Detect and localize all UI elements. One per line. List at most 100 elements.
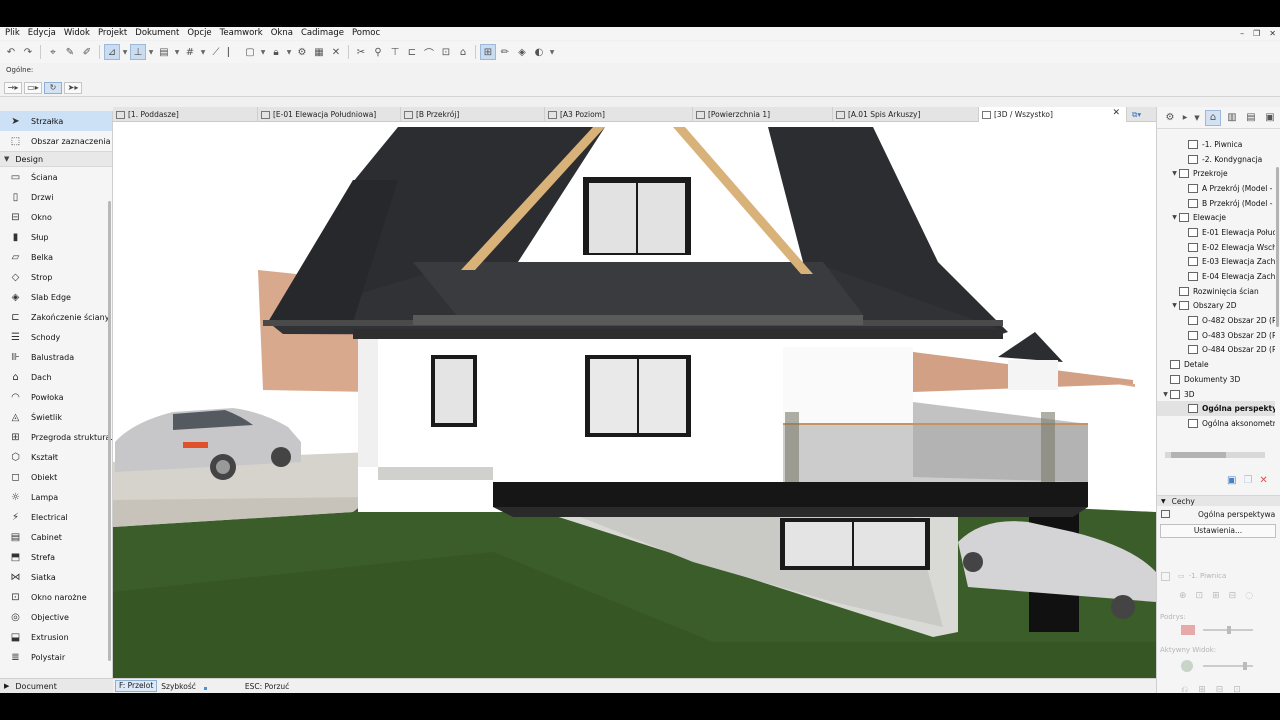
selection-grid-icon[interactable]: ⊞ — [480, 44, 496, 60]
navigator-item[interactable]: B Przekrój (Model - p — [1157, 196, 1275, 211]
navigator-item[interactable]: Dokumenty 3D — [1157, 372, 1275, 387]
tool-electrical[interactable]: ⚡︎ Electrical — [0, 507, 112, 527]
navigator-options-icon[interactable]: ▼ — [1193, 111, 1201, 125]
chevron-down-icon[interactable]: ▼ — [260, 45, 266, 59]
lock-icon[interactable]: 🔒︎ — [269, 45, 283, 59]
document-group-header[interactable]: ▶ Document — [0, 678, 113, 693]
suspend-group-icon[interactable]: ▦ — [312, 45, 326, 59]
navigator-item[interactable]: -2. Kondygnacja — [1157, 152, 1275, 167]
menu-item-6[interactable]: Teamwork — [216, 27, 267, 40]
close-icon[interactable]: ✕ — [1269, 27, 1276, 40]
penset-icon[interactable]: ⊟ — [1229, 591, 1237, 601]
design-group-header[interactable]: ▼ Design — [0, 151, 112, 167]
layout-book-icon[interactable]: ▤ — [1244, 111, 1258, 125]
menu-item-1[interactable]: Edycja — [24, 27, 60, 40]
menu-item-5[interactable]: Opcje — [183, 27, 215, 40]
view-tab-4[interactable]: [Powierzchnia 1] — [693, 107, 833, 122]
adjust-icon[interactable]: ⊏ — [405, 45, 419, 59]
chevron-down-icon[interactable]: ▼ — [286, 45, 292, 59]
navigator-item[interactable]: Ogólna perspektywa — [1157, 401, 1275, 417]
tool-door[interactable]: ▯ Drzwi — [0, 187, 112, 207]
tool-railing[interactable]: ⊪ Balustrada — [0, 347, 112, 367]
slider-knob[interactable] — [1243, 662, 1247, 670]
snap-guides-icon[interactable]: ⊥ — [130, 44, 146, 60]
close-tab-icon[interactable]: ✕ — [1112, 108, 1120, 118]
chevron-down-icon[interactable]: ▼ — [549, 45, 555, 59]
view-tab-3[interactable]: [A3 Poziom] — [545, 107, 693, 122]
navigator-item[interactable]: E-04 Elewacja Zacho — [1157, 269, 1275, 284]
tool-window[interactable]: ⊟ Okno — [0, 207, 112, 227]
orbit-mode-icon[interactable]: ↻ — [44, 82, 62, 94]
active-view-slider[interactable] — [1203, 662, 1253, 670]
navigator-item[interactable]: E-02 Elewacja Wscho — [1157, 240, 1275, 255]
menu-item-9[interactable]: Pomoc — [348, 27, 384, 40]
pointer-icon[interactable]: ➤▸ — [64, 82, 82, 94]
group-icon[interactable]: ⚙ — [295, 45, 309, 59]
navigator-item[interactable]: Detale — [1157, 357, 1275, 372]
tool-extrusion[interactable]: ⬓ Extrusion — [0, 627, 112, 647]
split-icon[interactable]: ⊤ — [388, 45, 402, 59]
tool-arrow[interactable]: ➤ Strzałka — [0, 111, 112, 131]
3d-viewport[interactable] — [113, 122, 1156, 678]
redo-icon[interactable]: ↷ — [21, 45, 35, 59]
pencil-icon[interactable]: ✏ — [498, 45, 512, 59]
menu-item-2[interactable]: Widok — [60, 27, 94, 40]
structure-icon[interactable]: ⊞ — [1212, 591, 1220, 601]
chevron-down-icon[interactable]: ▼ — [1161, 391, 1170, 398]
project-map-icon[interactable]: ⌂ — [1205, 109, 1221, 126]
toolbox-scrollbar[interactable] — [108, 201, 111, 661]
trace-slider[interactable] — [1203, 626, 1253, 634]
scroll-thumb[interactable] — [1171, 452, 1226, 458]
layer-icon[interactable]: ⊕ — [1179, 591, 1187, 601]
chevron-down-icon[interactable]: ▼ — [122, 45, 128, 59]
properties-header[interactable]: ▼ Cechy — [1157, 495, 1280, 506]
view-tab-5[interactable]: [A.01 Spis Arkuszy] — [833, 107, 979, 122]
frame-icon[interactable]: ▢ — [243, 45, 257, 59]
tool-objective[interactable]: ◎ Objective — [0, 607, 112, 627]
minimize-icon[interactable]: – — [1240, 27, 1244, 40]
chevron-down-icon[interactable]: ▼ — [174, 45, 180, 59]
navigator-item[interactable]: ▼ Przekroje — [1157, 166, 1275, 181]
navigator-item[interactable]: O-483 Obszar 2D (Ry — [1157, 328, 1275, 343]
chevron-down-icon[interactable]: ▼ — [1170, 170, 1179, 177]
offset-icon[interactable]: ⊡ — [439, 45, 453, 59]
tool-object[interactable]: ◻ Obiekt — [0, 467, 112, 487]
navigator-hscrollbar[interactable] — [1165, 452, 1265, 458]
tool-slab-edge[interactable]: ◈ Slab Edge — [0, 287, 112, 307]
model-view-icon[interactable]: ◌ — [1245, 591, 1253, 601]
inject-icon[interactable]: ✎ — [63, 45, 77, 59]
tool-polystair[interactable]: ≣ Polystair — [0, 647, 112, 667]
ungroup-icon[interactable]: ✕ — [329, 45, 343, 59]
tool-marquee[interactable]: ⬚ Obszar zaznaczenia — [0, 131, 112, 151]
restore-icon[interactable]: ❐ — [1253, 27, 1260, 40]
tool-mesh[interactable]: ⋈ Siatka — [0, 567, 112, 587]
tool-roof[interactable]: ⌂ Dach — [0, 367, 112, 387]
undo-icon[interactable]: ↶ — [4, 45, 18, 59]
settings-button[interactable]: Ustawienia... — [1160, 524, 1276, 538]
view-tab-1[interactable]: [E-01 Elewacja Południowa] — [258, 107, 401, 122]
tool-shell[interactable]: ◠ Powłoka — [0, 387, 112, 407]
navigator-item[interactable]: A Przekrój (Model - p — [1157, 181, 1275, 196]
overlay-icon[interactable]: ⊟ — [1216, 685, 1224, 693]
menu-item-0[interactable]: Plik — [0, 27, 24, 40]
chevron-down-icon[interactable]: ▼ — [148, 45, 154, 59]
zoom-icon[interactable]: ⚲ — [371, 45, 385, 59]
navigator-item[interactable]: Rozwinięcia ścian — [1157, 284, 1275, 299]
view-tab-2[interactable]: [B Przekrój] — [401, 107, 545, 122]
tool-curtain-wall[interactable]: ⊞ Przegroda struktura... — [0, 427, 112, 447]
menu-item-4[interactable]: Dokument — [131, 27, 183, 40]
tool-wall[interactable]: ▭ Ściana — [0, 167, 112, 187]
active-view-swatch[interactable] — [1181, 660, 1193, 672]
tool-slab[interactable]: ◇ Strop — [0, 267, 112, 287]
publisher-icon[interactable]: ▣ — [1263, 111, 1277, 125]
navigator-item[interactable]: ▼ Obszary 2D — [1157, 299, 1275, 314]
slider-knob[interactable] — [1227, 626, 1231, 634]
view-map-icon[interactable]: ▥ — [1225, 111, 1239, 125]
tool-wall-end[interactable]: ⊏ Zakończenie ściany — [0, 307, 112, 327]
tool-corner-window[interactable]: ⊡ Okno narożne — [0, 587, 112, 607]
chevron-down-icon[interactable]: ▼ — [1170, 214, 1179, 221]
tool-beam[interactable]: ▱ Belka — [0, 247, 112, 267]
chevron-right-icon[interactable]: ▶ — [1182, 111, 1188, 125]
eyedropper-icon[interactable]: ✐ — [80, 45, 94, 59]
navigator-menu-icon[interactable]: ⚙ — [1163, 111, 1177, 125]
